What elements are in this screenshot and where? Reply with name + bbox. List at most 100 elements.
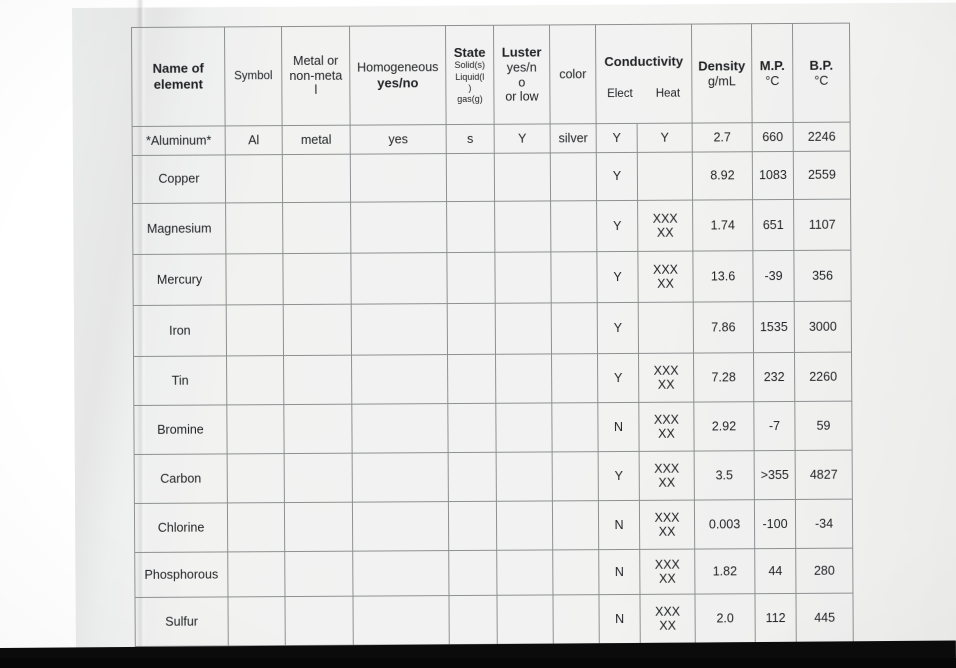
melting-point-cell[interactable]: 112 — [754, 593, 797, 643]
symbol-cell[interactable] — [227, 453, 285, 503]
boiling-point-cell[interactable]: 4827 — [795, 450, 853, 500]
luster-cell[interactable] — [495, 302, 552, 355]
electrical-conductivity-cell[interactable]: N — [598, 549, 640, 595]
state-cell[interactable] — [446, 252, 496, 304]
density-cell[interactable]: 7.28 — [693, 352, 754, 403]
element-name-cell[interactable]: Sulfur — [134, 596, 229, 647]
symbol-cell[interactable] — [225, 202, 283, 254]
electrical-conductivity-cell[interactable]: N — [598, 594, 641, 644]
metal-or-nonmetal-cell[interactable] — [282, 253, 352, 305]
state-cell[interactable] — [448, 550, 497, 596]
color-cell[interactable] — [552, 594, 600, 644]
electrical-conductivity-cell[interactable]: N — [597, 402, 640, 452]
melting-point-cell[interactable]: 1083 — [752, 151, 794, 200]
electrical-conductivity-cell[interactable]: Y — [596, 251, 639, 303]
luster-cell[interactable] — [495, 353, 552, 404]
heat-conductivity-cell[interactable]: XXX XX — [639, 500, 695, 550]
homogeneous-cell[interactable] — [351, 303, 448, 356]
metal-or-nonmetal-cell[interactable]: metal — [282, 125, 351, 155]
homogeneous-cell[interactable] — [350, 201, 447, 254]
luster-cell[interactable]: Y — [494, 123, 551, 154]
symbol-cell[interactable] — [227, 502, 285, 552]
metal-or-nonmetal-cell[interactable] — [283, 404, 353, 454]
element-name-cell[interactable]: Magnesium — [132, 202, 226, 255]
color-cell[interactable] — [551, 353, 598, 403]
homogeneous-cell[interactable] — [351, 403, 449, 454]
luster-cell[interactable] — [494, 152, 551, 202]
luster-cell[interactable] — [496, 451, 553, 502]
element-name-cell[interactable]: Phosphorous — [134, 551, 228, 598]
luster-cell[interactable] — [496, 549, 553, 596]
state-cell[interactable] — [446, 153, 495, 202]
melting-point-cell[interactable]: >355 — [754, 450, 796, 500]
melting-point-cell[interactable]: -100 — [754, 499, 796, 549]
boiling-point-cell[interactable]: 356 — [793, 250, 852, 302]
state-cell[interactable] — [448, 501, 497, 551]
electrical-conductivity-cell[interactable]: Y — [596, 152, 638, 201]
electrical-conductivity-cell[interactable]: N — [598, 500, 640, 550]
luster-cell[interactable] — [494, 251, 552, 304]
heat-conductivity-cell[interactable] — [637, 152, 693, 201]
heat-conductivity-cell[interactable]: XXX XX — [638, 402, 695, 452]
color-cell[interactable] — [551, 402, 599, 452]
symbol-cell[interactable] — [226, 404, 285, 454]
metal-or-nonmetal-cell[interactable] — [284, 551, 353, 597]
color-cell[interactable] — [550, 251, 598, 303]
heat-conductivity-cell[interactable]: XXX XX — [639, 594, 696, 644]
density-cell[interactable]: 8.92 — [692, 151, 753, 201]
melting-point-cell[interactable]: 651 — [752, 199, 794, 251]
symbol-cell[interactable] — [227, 551, 285, 597]
boiling-point-cell[interactable]: 445 — [795, 593, 854, 643]
density-cell[interactable]: 13.6 — [692, 250, 754, 303]
melting-point-cell[interactable]: 1535 — [753, 301, 795, 353]
symbol-cell[interactable] — [225, 154, 283, 203]
boiling-point-cell[interactable]: -34 — [795, 499, 853, 549]
element-name-cell[interactable]: Mercury — [132, 253, 227, 306]
melting-point-cell[interactable]: 232 — [753, 352, 795, 402]
electrical-conductivity-cell[interactable]: Y — [597, 302, 639, 354]
state-cell[interactable] — [447, 354, 496, 404]
boiling-point-cell[interactable]: 59 — [794, 401, 853, 451]
density-cell[interactable]: 1.82 — [694, 548, 755, 595]
luster-cell[interactable] — [494, 200, 551, 253]
symbol-cell[interactable] — [227, 596, 286, 646]
luster-cell[interactable] — [495, 402, 553, 453]
state-cell[interactable]: s — [446, 124, 495, 154]
element-name-cell[interactable]: Bromine — [133, 404, 228, 455]
homogeneous-cell[interactable] — [350, 153, 447, 203]
color-cell[interactable] — [552, 451, 599, 501]
heat-conductivity-cell[interactable]: XXX XX — [637, 200, 693, 252]
melting-point-cell[interactable]: 660 — [752, 122, 794, 152]
luster-cell[interactable] — [496, 594, 554, 645]
density-cell[interactable]: 3.5 — [694, 450, 755, 501]
symbol-cell[interactable]: Al — [225, 125, 283, 155]
state-cell[interactable] — [446, 201, 495, 253]
metal-or-nonmetal-cell[interactable] — [284, 596, 354, 646]
symbol-cell[interactable] — [226, 355, 284, 405]
homogeneous-cell[interactable]: yes — [350, 124, 447, 155]
color-cell[interactable]: silver — [550, 123, 597, 153]
heat-conductivity-cell[interactable] — [638, 302, 694, 354]
metal-or-nonmetal-cell[interactable] — [284, 502, 353, 552]
boiling-point-cell[interactable]: 2246 — [793, 122, 851, 152]
element-name-cell[interactable]: Iron — [133, 304, 227, 357]
electrical-conductivity-cell[interactable]: Y — [598, 451, 640, 501]
density-cell[interactable]: 2.92 — [693, 401, 755, 452]
heat-conductivity-cell[interactable]: XXX XX — [638, 353, 694, 403]
density-cell[interactable]: 7.86 — [693, 301, 754, 354]
homogeneous-cell[interactable] — [352, 550, 449, 597]
electrical-conductivity-cell[interactable]: Y — [597, 353, 639, 403]
metal-or-nonmetal-cell[interactable] — [282, 202, 351, 254]
boiling-point-cell[interactable]: 280 — [795, 548, 853, 594]
symbol-cell[interactable] — [226, 304, 284, 356]
state-cell[interactable] — [447, 303, 496, 355]
element-name-cell[interactable]: Copper — [132, 154, 226, 204]
boiling-point-cell[interactable]: 1107 — [793, 199, 851, 251]
electrical-conductivity-cell[interactable]: Y — [596, 123, 638, 153]
electrical-conductivity-cell[interactable]: Y — [596, 200, 638, 252]
heat-conductivity-cell[interactable]: XXX XX — [639, 549, 695, 595]
state-cell[interactable] — [447, 403, 497, 453]
heat-conductivity-cell[interactable]: XXX XX — [637, 251, 694, 303]
heat-conductivity-cell[interactable]: XXX XX — [639, 451, 695, 501]
density-cell[interactable]: 2.0 — [694, 593, 756, 644]
